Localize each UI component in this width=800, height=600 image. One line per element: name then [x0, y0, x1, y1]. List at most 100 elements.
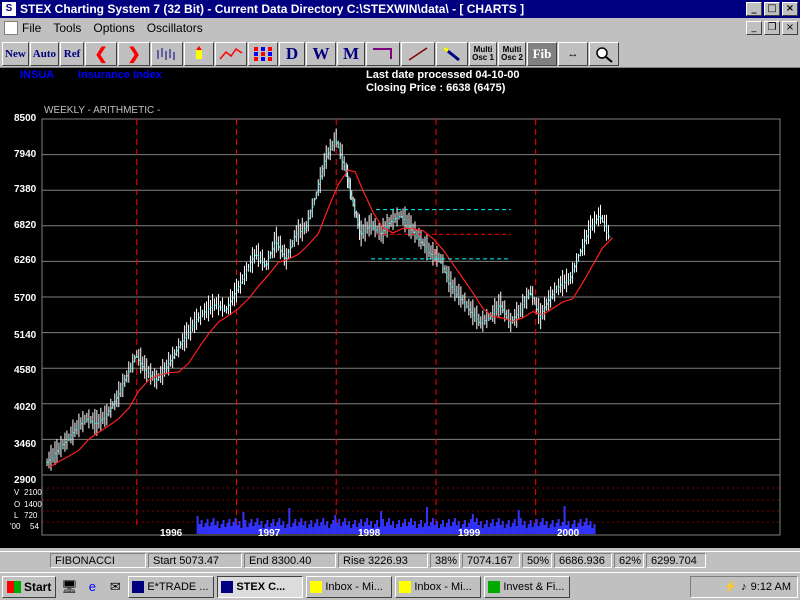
arrow-left-icon[interactable]: ❮ [85, 41, 118, 66]
volume-bar [539, 522, 542, 534]
document-icon[interactable] [4, 21, 18, 35]
volume-bar [380, 511, 383, 534]
volume-bar [419, 520, 422, 534]
volume-bar [499, 525, 502, 534]
volume-bar [537, 526, 540, 534]
task-etrade[interactable]: E*TRADE ... [128, 575, 215, 598]
zoom-icon[interactable] [589, 41, 620, 66]
x-tick: 1998 [358, 528, 381, 539]
start-button[interactable]: Start [2, 575, 57, 598]
weekly-button[interactable]: W [306, 41, 337, 66]
volume-bar [322, 518, 325, 534]
volume-bar [308, 524, 311, 534]
volume-bar [509, 527, 512, 534]
bracket-icon[interactable] [366, 41, 401, 66]
volume-bar [447, 519, 450, 534]
line-chart-icon[interactable] [215, 41, 248, 66]
daily-button[interactable]: D [279, 41, 306, 66]
doc-restore-button[interactable]: ❐ [764, 21, 780, 35]
volume-bar [198, 524, 201, 534]
minimize-button[interactable]: _ [746, 2, 762, 16]
volume-bar [226, 523, 229, 534]
volume-bar [336, 523, 339, 534]
task-invest[interactable]: Invest & Fi... [484, 575, 571, 598]
volume-bar [300, 518, 303, 534]
volume-bar [316, 519, 319, 534]
volume-bar [382, 519, 385, 534]
new-button[interactable]: New [2, 41, 29, 66]
volume-bar [390, 525, 393, 534]
volume-bar [439, 524, 442, 534]
volume-bar [246, 527, 249, 534]
chart-area[interactable]: INSUA Insurance Index Last date processe… [0, 68, 800, 548]
auto-button[interactable]: Auto [29, 41, 60, 66]
volume-bar [354, 520, 357, 534]
volume-bar [314, 523, 317, 534]
volume-bar [503, 528, 506, 534]
volume-bar [286, 524, 289, 534]
bar-chart-icon[interactable] [151, 41, 184, 66]
pen-icon[interactable] [436, 41, 469, 66]
volume-bar [445, 523, 448, 534]
fib-button[interactable]: Fib [527, 41, 558, 66]
task-label: STEX C... [236, 580, 286, 593]
volume-bar [330, 524, 333, 534]
volume-bar [290, 527, 293, 534]
volume-bar [589, 521, 592, 534]
doc-minimize-button[interactable]: _ [746, 21, 762, 35]
volume-bar [515, 526, 518, 534]
volume-bar [306, 528, 309, 534]
volume-bar [208, 526, 211, 534]
menu-oscillators[interactable]: Oscillators [147, 21, 203, 35]
monthly-button[interactable]: M [337, 41, 366, 66]
mail-icon[interactable]: ✉ [105, 577, 125, 597]
volume-bar [533, 523, 536, 534]
task-label: Inbox - Mi... [414, 580, 472, 593]
task-label: Invest & Fi... [503, 580, 565, 593]
menu-tools[interactable]: Tools [53, 21, 81, 35]
moving-average-line [48, 169, 613, 468]
volume-bar [228, 519, 231, 534]
volume-bar [549, 524, 552, 534]
trendline-icon[interactable] [401, 41, 436, 66]
volume-bar [408, 522, 411, 534]
task-stex[interactable]: STEX C... [217, 575, 304, 598]
volume-bar [547, 528, 550, 534]
status-rise: Rise 3226.93 [338, 552, 428, 568]
menu-file[interactable]: File [22, 21, 41, 35]
close-button[interactable]: × [782, 2, 798, 16]
maximize-button[interactable]: □ [764, 2, 780, 16]
volume-bar [404, 519, 407, 534]
desktop-icon[interactable]: 🖥 [59, 577, 79, 597]
grid-icon[interactable] [248, 41, 279, 66]
menu-options[interactable]: Options [93, 21, 134, 35]
volume-bar [202, 527, 205, 534]
task-inbox-2[interactable]: Inbox - Mi... [395, 575, 482, 598]
volume-bar [388, 518, 391, 534]
arrow-right-icon[interactable]: ❯ [118, 41, 151, 66]
volume-bar [252, 526, 255, 534]
volume-icon[interactable]: ♪ [741, 581, 747, 593]
app-icon[interactable]: S [2, 2, 16, 16]
network-icon[interactable]: ⚡ [723, 580, 737, 593]
volume-bar [489, 523, 492, 534]
volume-bar [406, 526, 409, 534]
doc-close-button[interactable]: × [782, 21, 798, 35]
volume-bar [284, 528, 287, 534]
browser-icon[interactable]: e [82, 577, 102, 597]
price-chart[interactable] [0, 68, 800, 548]
status-p62: 62% [614, 552, 644, 568]
volume-bar [238, 521, 241, 534]
volume-bar [384, 526, 387, 534]
volume-bar [497, 518, 500, 534]
candle-icon[interactable] [184, 41, 215, 66]
multi-osc1-button[interactable]: Multi Osc 1 [469, 41, 498, 66]
window-icon [310, 580, 323, 593]
multi-osc2-button[interactable]: Multi Osc 2 [498, 41, 527, 66]
ref-button[interactable]: Ref [60, 41, 85, 66]
volume-bar [398, 520, 401, 534]
expand-arrows-icon[interactable]: ↔ [558, 41, 589, 66]
title-bar: S STEX Charting System 7 (32 Bit) - Curr… [0, 0, 800, 18]
task-inbox-1[interactable]: Inbox - Mi... [306, 575, 393, 598]
volume-bar [394, 528, 397, 534]
